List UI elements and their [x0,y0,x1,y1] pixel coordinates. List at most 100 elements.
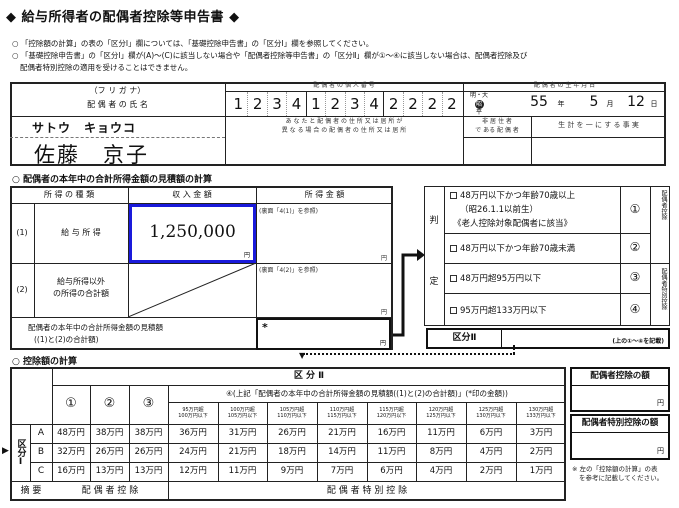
amount-label-1: 配偶者控除の額 [572,369,668,386]
row-key-c: C [37,465,45,476]
deduction-section-title: ○ 控除額の計算 [12,357,77,367]
spouse-deduction-amount[interactable]: 配偶者控除の額 円 [570,367,670,412]
mynumber-digit: 2 [248,92,268,116]
range-header: 110万円超 115万円以下 [327,407,357,419]
kubun1-label: 区分Ⅰ [15,438,26,467]
judge-num-3: ③ [629,270,641,285]
row1-ref: (裏面「4(1)」を参照) [259,208,318,215]
footnote: ※ 左の「控除額の計算」の表 を参考に記載してください。 [572,465,664,482]
birth-year[interactable]: 55 [524,95,554,111]
furigana-value[interactable]: サトウ キョウコ [32,119,136,136]
checkbox[interactable] [450,275,457,282]
name-label: 配 偶 者 の 氏 名 [87,99,148,109]
day-unit: 日 [650,100,658,109]
table-row: 16万円 13万円 13万円 12万円 11万円 9万円 7万円 6万円 4万円… [57,465,553,476]
total-field[interactable]: * 円 [256,318,391,350]
era-selector[interactable]: 明・大 昭 平 [467,92,491,116]
row2-ref: (裏面「4(2)」を参照) [259,267,318,274]
checkbox[interactable] [450,192,457,199]
page-title: ◆ 給与所得者の配偶者控除等申告書 ◆ [6,10,240,25]
amount-yen-1: 円 [657,399,664,407]
nonresident-label-2: で ある 配 偶 者 [475,126,519,134]
checkbox[interactable] [450,307,457,314]
arrow-connector [393,249,425,337]
col-income: 所 得 金 額 [304,189,345,199]
row-key-b: B [37,446,45,457]
note-1: ○ 「控除額の計算」の表の「区分Ⅰ」欄については、「基礎控除申告書」の「区分Ⅰ」… [12,39,374,48]
amount-label-2: 配偶者特別控除の額 [572,416,668,433]
note-3: 配偶者特別控除の適用を受けることはできません。 [20,63,193,72]
total-mark: * [262,321,268,334]
range-header: 120万円超 125万円以下 [426,407,456,419]
total-label: 配偶者の本年中の合計所得金額の見積額 ((1)と(2)の合計額) [28,323,163,344]
mynumber-label: 配 偶 者 の 個 人 番 号 [313,82,375,90]
diamond-icon: ◆ [6,10,17,25]
diamond-icon: ◆ [229,10,240,25]
birth-label: 配 偶 者 の 生 年 月 日 [533,82,596,90]
range-header: 115万円超 120万円以下 [376,407,407,419]
range-header: 95万円超 100万円以下 [178,407,208,419]
range-header: 130万円超 133万円以下 [526,407,556,419]
judge-label-1: 判 [429,216,439,227]
income-section-title: ○ 配偶者の本年中の合計所得金額の見積額の計算 [12,175,212,185]
col-income-type: 所 得 の 種 類 [43,189,95,199]
mynumber-digit: 2 [404,92,424,116]
arrow-down-icon: ▼ [299,351,306,360]
special-deduction-amount[interactable]: 配偶者特別控除の額 円 [570,414,670,460]
table-row: 32万円 26万円 26万円 24万円 21万円 18万円 14万円 11万円 … [57,446,553,457]
range-header: 100万円超 105万円以下 [227,407,258,419]
checkbox[interactable] [450,245,457,252]
arrow-right-icon: ▶ [2,446,9,456]
row1-revenue-yen: 円 [243,252,250,259]
row1-revenue-field[interactable]: 1,250,000 円 [129,204,256,263]
judge-option-1[interactable]: 48万円以下かつ年齢70歳以上 （昭26.1.1以前生） 《老人控除対象配偶者に… [450,189,575,231]
name-value[interactable]: 佐藤 京子 [34,139,149,169]
mynumber-digit: 1 [307,92,327,116]
furigana-label: （フ リ ガ ナ） [89,85,146,95]
era-bottom: 平 [475,109,482,116]
kubun2-label: 区分Ⅱ [428,330,502,347]
mynumber-digit: 4 [365,92,385,116]
row2-label: 給与所得以外 の所得の合計額 [53,277,109,298]
row1-yen: 円 [381,255,388,262]
judge-num-4: ④ [629,301,641,316]
judge-num-1: ① [629,201,641,216]
livelihood-label: 生 計 を 一 に す る 事 実 [558,121,639,130]
mynumber-digit: 1 [229,92,249,116]
dotted-connector [303,353,515,355]
birth-day[interactable]: 12 [624,95,648,111]
judge-side-top: 配偶者控除 [660,190,667,220]
mynumber-digit: 2 [447,94,457,113]
judge-label-2: 定 [429,277,439,288]
judge-option-2[interactable]: 48万円以下かつ年齢70歳未満 [450,242,575,254]
range-header: 125万円超 130万円以下 [476,407,506,419]
year-unit: 年 [557,100,565,109]
era-top: 明・大 [469,92,488,99]
mynumber-digit: 2 [423,92,443,116]
judge-option-4[interactable]: 95万円超133万円以下 [450,304,547,316]
birth-month[interactable]: 5 [584,95,604,111]
judge-num-2: ② [629,240,641,255]
summary-special: 配 偶 者 特 別 控 除 [326,485,408,496]
amount-yen-2: 円 [657,447,664,455]
table-row: 48万円 38万円 38万円 36万円 31万円 26万円 21万円 16万円 … [57,427,553,438]
range-header: 105万円超 110万円以下 [277,407,307,419]
row1-num: (1) [16,227,28,237]
notes: ○ 「控除額の計算」の表の「区分Ⅰ」欄については、「基礎控除申告書」の「区分Ⅰ」… [12,38,527,74]
col-2-header: ② [103,396,116,412]
mynumber-digit: 2 [384,92,404,116]
month-unit: 月 [606,100,614,109]
judge-option-3[interactable]: 48万円超95万円以下 [450,272,541,284]
col-3-header: ③ [142,396,155,412]
mynumber-field[interactable]: 1 2 3 4 1 2 3 4 2 2 2 2 [229,92,461,116]
judge-side-bottom: 配偶者特別控除 [660,268,667,310]
row2-num: (2) [16,284,28,294]
note-2: ○ 「基礎控除申告書」の「区分Ⅰ」欄が(A)～(C)に該当しない場合や「配偶者控… [12,51,528,60]
row2-revenue-strike [128,263,256,317]
mynumber-digit: 3 [268,92,288,116]
kubun2-header: 区 分 Ⅱ [293,370,325,381]
kubun2-field[interactable]: 区分Ⅱ (上の①～④を記載) [426,328,670,349]
mynumber-digit: 3 [346,92,365,116]
col-1-header: ① [65,396,77,412]
col-revenue: 収 入 金 額 [172,189,212,199]
